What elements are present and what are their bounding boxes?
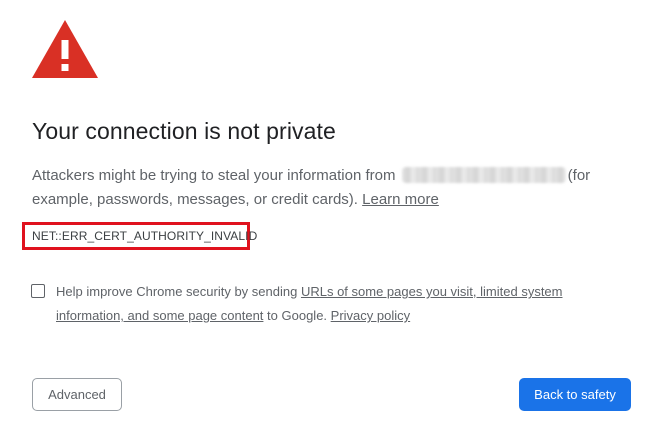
- warning-triangle-icon: [32, 20, 98, 78]
- improve-security-checkbox[interactable]: [31, 284, 45, 298]
- page-title: Your connection is not private: [32, 118, 336, 144]
- back-to-safety-button[interactable]: Back to safety: [519, 378, 631, 411]
- learn-more-link[interactable]: Learn more: [362, 191, 439, 208]
- improve-security-label: Help improve Chrome security by sending …: [56, 280, 596, 328]
- interstitial-page: Your connection is not private Attackers…: [0, 0, 652, 433]
- description-text: Attackers might be trying to steal your …: [32, 167, 396, 184]
- warning-description: Attackers might be trying to steal your …: [32, 164, 622, 212]
- redacted-hostname: [401, 167, 566, 183]
- privacy-policy-link[interactable]: Privacy policy: [331, 308, 410, 323]
- optin-text: Help improve Chrome security by sending: [56, 284, 298, 299]
- error-code[interactable]: NET::ERR_CERT_AUTHORITY_INVALID: [32, 229, 257, 243]
- optin-text-continued: to Google.: [267, 308, 328, 323]
- advanced-button[interactable]: Advanced: [32, 378, 122, 411]
